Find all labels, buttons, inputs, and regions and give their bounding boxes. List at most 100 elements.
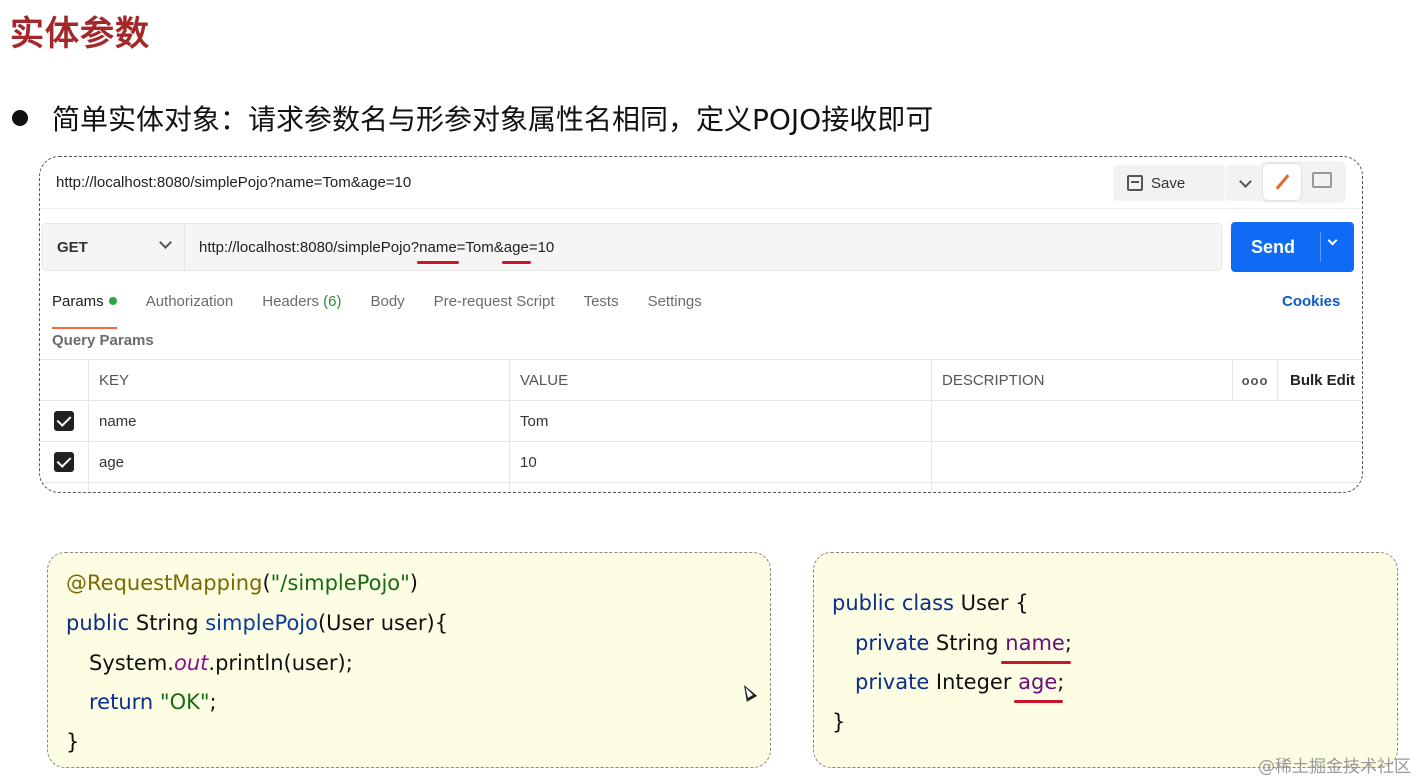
cookies-link[interactable]: Cookies	[1282, 293, 1340, 310]
keyword: public class	[832, 591, 954, 615]
code-line: private Integer age;	[855, 670, 1064, 694]
url-part: =10	[528, 238, 555, 256]
url-part: =Tom&	[456, 238, 504, 256]
header-check-cell	[40, 360, 88, 400]
send-label: Send	[1251, 236, 1296, 257]
row-check-cell	[40, 442, 88, 482]
chevron-down-icon	[159, 236, 172, 249]
tab-tests[interactable]: Tests	[584, 293, 619, 321]
url-param-name: name	[417, 238, 459, 264]
comment-icon[interactable]	[1312, 172, 1332, 188]
code-text: String	[129, 611, 206, 635]
tab-body[interactable]: Body	[370, 293, 404, 321]
user-class-code-box: public class User { private String name;…	[813, 552, 1398, 768]
code-text: ;	[1057, 670, 1065, 694]
watermark: @稀土掘金技术社区	[1258, 757, 1411, 777]
param-key[interactable]: name	[88, 401, 509, 441]
params-table: KEY VALUE DESCRIPTION ooo Bulk Edit name…	[40, 359, 1362, 492]
tab-params[interactable]: Params	[52, 293, 117, 329]
row-check-cell	[40, 483, 88, 492]
code-text: Integer	[929, 670, 1019, 694]
code-line: private String name;	[855, 631, 1072, 655]
pencil-icon	[1275, 174, 1289, 190]
code-line: public class User {	[832, 591, 1029, 615]
url-part: http://localhost:8080/simplePojo?	[199, 238, 420, 256]
keyword: public	[66, 611, 130, 635]
param-key[interactable]: age	[88, 442, 509, 482]
code-line: }	[832, 710, 846, 734]
more-options-icon[interactable]: ooo	[1232, 360, 1277, 400]
column-header-key: KEY	[88, 360, 509, 400]
keyword: private	[855, 631, 930, 655]
green-dot-icon	[108, 297, 117, 305]
param-description[interactable]	[931, 442, 1232, 482]
code-line: System.out.println(user);	[89, 651, 353, 675]
save-dropdown-button[interactable]	[1226, 165, 1264, 201]
code-text: )	[409, 571, 418, 595]
code-text: .println(user);	[208, 651, 353, 675]
bullet-text: 简单实体对象：请求参数名与形参对象属性名相同，定义POJO接收即可	[52, 103, 934, 136]
code-line: return "OK";	[89, 690, 217, 714]
send-button[interactable]: Send	[1231, 222, 1354, 272]
headers-count: (6)	[323, 293, 342, 310]
table-row: age 10	[40, 442, 1362, 483]
edit-button[interactable]	[1263, 164, 1301, 200]
code-text: (User user){	[317, 611, 449, 635]
url-input[interactable]: http://localhost:8080/simplePojo? name =To…	[184, 223, 1222, 271]
string-literal: "/simplePojo"	[270, 571, 410, 595]
chevron-down-icon	[1238, 174, 1252, 188]
chevron-down-icon[interactable]	[1327, 235, 1338, 246]
param-value	[509, 483, 931, 492]
code-text: String	[929, 631, 1006, 655]
query-params-heading: Query Params	[52, 332, 154, 349]
code-text: ;	[209, 690, 217, 714]
method-select[interactable]: GET	[42, 223, 184, 271]
save-label: Save	[1151, 174, 1186, 192]
bullet-point: 简单实体对象：请求参数名与形参对象属性名相同，定义POJO接收即可	[12, 98, 933, 138]
save-icon	[1127, 175, 1143, 191]
request-tab-title[interactable]: http://localhost:8080/simplePojo?name=To…	[56, 174, 411, 191]
table-row-partial	[40, 483, 1362, 492]
method-label: GET	[57, 238, 88, 256]
save-button[interactable]: Save	[1113, 165, 1225, 201]
tab-pre-request-script[interactable]: Pre-request Script	[434, 293, 555, 321]
postman-panel: http://localhost:8080/simplePojo?name=To…	[39, 156, 1363, 493]
view-toolbar	[1260, 161, 1346, 203]
param-description[interactable]	[931, 401, 1232, 441]
tab-label: Headers	[262, 293, 319, 310]
code-line: @RequestMapping("/simplePojo")	[66, 571, 418, 595]
keyword: private	[855, 670, 930, 694]
controller-code-box: @RequestMapping("/simplePojo") public St…	[47, 552, 771, 768]
tab-headers[interactable]: Headers (6)	[262, 293, 341, 321]
bullet-dot-icon	[12, 110, 28, 126]
table-row: name Tom	[40, 401, 1362, 442]
param-description	[931, 483, 1232, 492]
row-check-cell	[40, 401, 88, 441]
bulk-edit-button[interactable]: Bulk Edit	[1277, 360, 1362, 400]
code-text: ;	[1064, 631, 1072, 655]
keyword: return	[89, 690, 154, 714]
string-literal: "OK"	[159, 690, 210, 714]
param-value[interactable]: 10	[509, 442, 931, 482]
send-divider	[1320, 232, 1321, 262]
slide: 实体参数 简单实体对象：请求参数名与形参对象属性名相同，定义POJO接收即可 h…	[0, 0, 1422, 781]
field-name: name	[1005, 631, 1065, 655]
param-key	[88, 483, 509, 492]
url-param-age: age	[501, 238, 531, 264]
request-tab-bar: http://localhost:8080/simplePojo?name=To…	[40, 157, 1362, 209]
static-field: out	[173, 651, 209, 675]
field-name: age	[1018, 670, 1058, 694]
request-tabs: Params Authorization Headers (6) Body Pr…	[52, 293, 731, 329]
checkbox-icon[interactable]	[54, 411, 74, 431]
column-header-description: DESCRIPTION	[931, 360, 1232, 400]
slide-title: 实体参数	[10, 14, 150, 54]
code-text: (	[262, 571, 271, 595]
tab-authorization[interactable]: Authorization	[146, 293, 234, 321]
param-value[interactable]: Tom	[509, 401, 931, 441]
annotation: @RequestMapping	[66, 571, 263, 595]
checkbox-icon[interactable]	[54, 452, 74, 472]
code-line: public String simplePojo(User user){	[66, 611, 448, 635]
code-text: User {	[954, 591, 1029, 615]
tab-settings[interactable]: Settings	[648, 293, 702, 321]
